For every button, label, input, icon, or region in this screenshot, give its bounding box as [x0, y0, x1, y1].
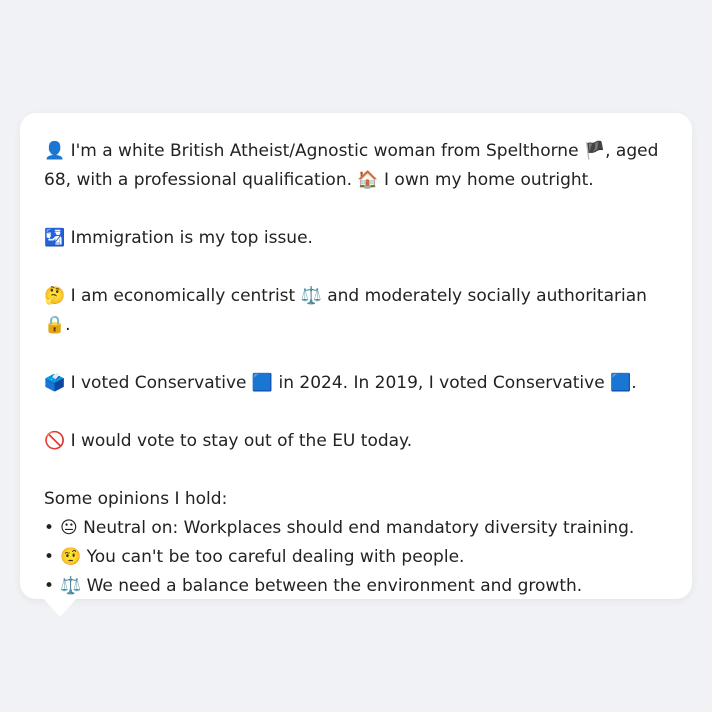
balance-scale-icon: ⚖️ — [300, 286, 322, 306]
opinion-item: • 🤨 You can't be too careful dealing with… — [44, 543, 668, 572]
bio-text-c: I own my home outright. — [384, 170, 594, 190]
opinions-heading: Some opinions I hold: — [44, 489, 228, 509]
politics-paragraph: 🤔 I am economically centrist ⚖️ and mode… — [44, 282, 668, 340]
eu-paragraph: 🚫 I would vote to stay out of the EU tod… — [44, 427, 668, 456]
passport-control-icon: 🛂 — [44, 228, 66, 248]
neutral-face-icon: 😐 — [60, 518, 78, 538]
lock-icon: 🔒 — [44, 315, 66, 335]
politics-text-a: I am economically centrist — [70, 286, 296, 306]
opinion-text: You can't be too careful dealing with pe… — [86, 547, 465, 567]
bio-text-a: I'm a white British Atheist/Agnostic wom… — [70, 141, 579, 161]
thinking-face-icon: 🤔 — [44, 286, 66, 306]
blue-square-icon: 🟦 — [610, 373, 632, 393]
raised-eyebrow-face-icon: 🤨 — [60, 547, 82, 567]
politics-text-b: and moderately socially authoritarian — [327, 286, 647, 306]
blue-square-icon: 🟦 — [251, 373, 274, 393]
vote-paragraph: 🗳️ I voted Conservative 🟦 in 2024. In 20… — [44, 369, 668, 398]
person-icon: 👤 — [44, 141, 66, 161]
bio-paragraph: 👤 I'm a white British Atheist/Agnostic w… — [44, 137, 668, 195]
opinions-list: • 😐 Neutral on: Workplaces should end man… — [44, 514, 668, 601]
vote-text-c: . — [631, 373, 637, 393]
eu-text: I would vote to stay out of the EU today… — [70, 431, 413, 451]
opinion-text: We need a balance between the environmen… — [86, 576, 583, 596]
issue-text: Immigration is my top issue. — [70, 228, 313, 248]
vote-text-b: in 2024. In 2019, I voted Conservative — [278, 373, 605, 393]
house-icon: 🏠 — [357, 170, 379, 190]
speech-bubble-tail — [42, 597, 78, 617]
opinion-item: • ⚖️ We need a balance between the enviro… — [44, 572, 668, 601]
ballot-box-icon: 🗳️ — [44, 373, 66, 393]
opinion-text: Neutral on: Workplaces should end mandat… — [83, 518, 635, 538]
vote-text-a: I voted Conservative — [70, 373, 247, 393]
prohibited-icon: 🚫 — [44, 431, 66, 451]
issue-paragraph: 🛂 Immigration is my top issue. — [44, 224, 668, 253]
persona-card: 👤 I'm a white British Atheist/Agnostic w… — [20, 113, 692, 617]
england-flag-icon: 🏴 — [583, 141, 606, 161]
bullet: • — [44, 547, 55, 567]
opinion-item: • 😐 Neutral on: Workplaces should end man… — [44, 514, 668, 543]
politics-text-c: . — [65, 315, 71, 335]
bullet: • — [44, 518, 55, 538]
